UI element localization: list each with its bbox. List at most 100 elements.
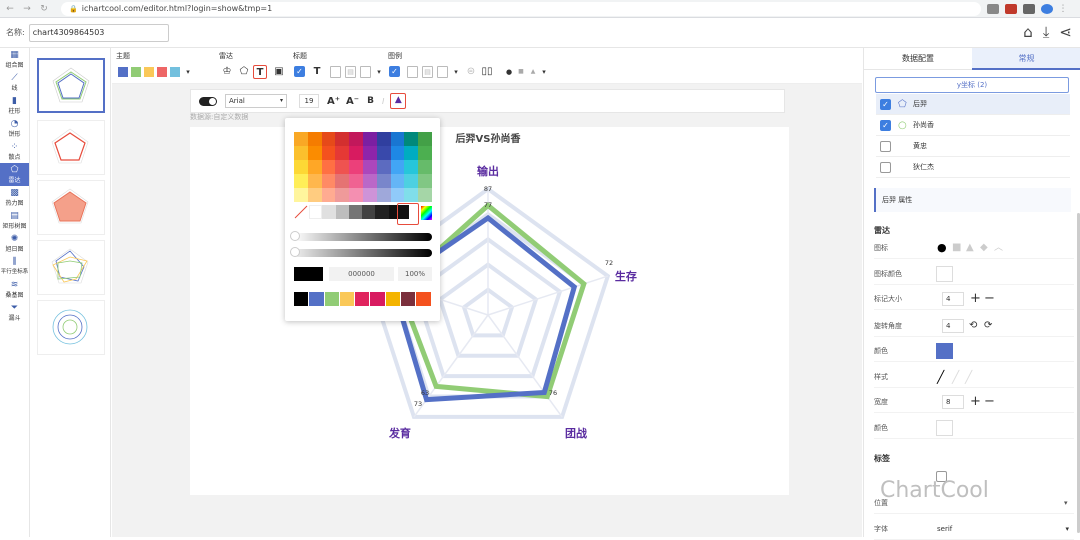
color-swatch[interactable] xyxy=(362,188,377,202)
color-swatch[interactable] xyxy=(390,174,405,188)
template-thumbnail[interactable] xyxy=(37,58,105,113)
rotate-right-icon[interactable]: ⟳ xyxy=(984,315,992,337)
theme-swatch[interactable] xyxy=(118,67,128,77)
gray-swatch[interactable] xyxy=(322,205,336,219)
series-checkbox[interactable] xyxy=(880,162,891,173)
color-swatch[interactable] xyxy=(362,132,377,146)
opacity-slider[interactable] xyxy=(294,249,432,257)
line-color-swatch[interactable] xyxy=(936,420,953,436)
hue-slider-handle[interactable] xyxy=(290,231,300,241)
color-swatch[interactable] xyxy=(404,146,419,160)
nav-bar[interactable]: ▮ 柱形 xyxy=(0,94,29,117)
address-bar[interactable]: 🔒 ichartcool.com/editor.html?login=show&… xyxy=(61,1,981,16)
legend-pos-left-icon[interactable] xyxy=(407,66,418,78)
plus-icon[interactable]: + xyxy=(970,391,981,413)
icon-color-swatch[interactable] xyxy=(936,266,953,282)
series-checkbox[interactable]: ✓ xyxy=(880,120,891,131)
gray-swatch[interactable] xyxy=(309,205,323,219)
legend-orient-icon[interactable]: ⊜ xyxy=(464,65,478,79)
gray-swatch[interactable] xyxy=(375,205,389,219)
download-icon[interactable]: ⤓ xyxy=(1043,23,1050,41)
template-thumbnail[interactable] xyxy=(37,120,105,175)
tab-general[interactable]: 常规 xyxy=(972,48,1080,70)
legend-icon-style-icon[interactable]: ▯▯ xyxy=(480,65,494,79)
nav-funnel[interactable]: ⏷ 漏斗 xyxy=(0,301,29,324)
forward-icon[interactable]: → xyxy=(20,4,34,14)
series-color-swatch[interactable] xyxy=(936,343,953,359)
nav-sankey[interactable]: ≋ 桑基图 xyxy=(0,278,29,301)
rotate-left-icon[interactable]: ⟲ xyxy=(969,315,977,337)
font-select[interactable]: Arial ▾ xyxy=(225,94,287,108)
nav-line[interactable]: ⟋ 线 xyxy=(0,71,29,94)
nav-parallel[interactable]: ⫼ 平行坐标系 xyxy=(0,255,29,278)
radar-shape-icon[interactable]: ♔ xyxy=(220,65,234,79)
color-swatch[interactable] xyxy=(294,160,308,174)
recent-color-swatch[interactable] xyxy=(370,292,385,306)
recent-color-swatch[interactable] xyxy=(416,292,431,306)
gray-swatch[interactable] xyxy=(335,205,349,219)
marker-triangle-icon[interactable]: ▲ xyxy=(966,237,974,259)
theme-swatch[interactable] xyxy=(170,67,180,77)
dotted-line-icon[interactable]: ╱ xyxy=(965,366,972,388)
image-icon[interactable]: ▣ xyxy=(272,65,286,79)
extension-icon[interactable] xyxy=(1005,3,1017,14)
chart-name-input[interactable] xyxy=(28,23,169,42)
increase-font-icon[interactable]: A⁺ xyxy=(327,96,340,107)
color-swatch[interactable] xyxy=(390,160,405,174)
recent-color-swatch[interactable] xyxy=(309,292,324,306)
mark-size-input[interactable]: 4 xyxy=(942,292,964,306)
profile-avatar[interactable] xyxy=(1041,3,1053,14)
color-swatch[interactable] xyxy=(349,188,363,202)
color-swatch[interactable] xyxy=(376,188,391,202)
nav-pie[interactable]: ◔ 饼形 xyxy=(0,117,29,140)
series-properties-header[interactable]: 后羿 属性 xyxy=(874,188,1071,212)
series-row[interactable]: ✓ ⬠ 后羿 xyxy=(876,94,1070,115)
chevron-down-icon[interactable]: ▾ xyxy=(372,65,386,79)
nav-combo[interactable]: ▦ 组合图 xyxy=(0,48,29,71)
color-swatch[interactable] xyxy=(349,160,363,174)
font-size-field[interactable]: 19 xyxy=(299,94,319,108)
tab-data-config[interactable]: 数据配置 xyxy=(864,48,972,70)
marker-arrow-icon[interactable]: ︿ xyxy=(994,237,1003,259)
color-swatch[interactable] xyxy=(335,188,350,202)
chevron-down-icon[interactable]: ▾ xyxy=(537,65,551,79)
nav-treemap[interactable]: ▤ 矩形树图 xyxy=(0,209,29,232)
rotate-input[interactable]: 4 xyxy=(942,319,964,333)
recent-color-swatch[interactable] xyxy=(339,292,355,306)
minus-icon[interactable]: − xyxy=(984,391,995,413)
decrease-font-icon[interactable]: A⁻ xyxy=(346,96,359,107)
color-swatch[interactable] xyxy=(349,132,363,146)
template-thumbnail[interactable] xyxy=(37,180,105,235)
rainbow-swatch[interactable] xyxy=(421,206,432,220)
color-swatch[interactable] xyxy=(390,146,405,160)
puzzle-icon[interactable] xyxy=(1023,3,1035,14)
italic-icon[interactable]: I xyxy=(382,97,384,106)
color-swatch[interactable] xyxy=(418,174,432,188)
marker-circle-icon[interactable]: ● xyxy=(937,237,947,259)
recent-color-swatch[interactable] xyxy=(324,292,339,306)
text-style-icon[interactable]: T xyxy=(253,65,267,79)
theme-swatch[interactable] xyxy=(157,67,167,77)
recent-color-swatch[interactable] xyxy=(385,292,401,306)
pentagon-icon[interactable]: ⬠ xyxy=(237,65,251,79)
series-checkbox[interactable] xyxy=(880,141,891,152)
back-icon[interactable]: ← xyxy=(3,4,17,14)
color-swatch[interactable] xyxy=(362,174,377,188)
plus-icon[interactable]: + xyxy=(970,288,981,310)
bold-button[interactable]: B xyxy=(367,96,374,106)
color-swatch[interactable] xyxy=(376,174,391,188)
color-swatch[interactable] xyxy=(390,188,405,202)
opacity-input[interactable]: 100% xyxy=(398,267,432,281)
template-thumbnail[interactable] xyxy=(37,240,105,295)
color-swatch[interactable] xyxy=(335,132,350,146)
color-swatch[interactable] xyxy=(418,160,432,174)
menu-icon[interactable]: ⋮ xyxy=(1056,4,1070,14)
color-swatch[interactable] xyxy=(418,146,432,160)
color-swatch[interactable] xyxy=(307,146,322,160)
color-swatch[interactable] xyxy=(335,146,350,160)
marker-rect-icon[interactable]: ■ xyxy=(952,237,961,259)
theme-swatch[interactable] xyxy=(131,67,141,77)
color-swatch[interactable] xyxy=(294,188,308,202)
series-row[interactable]: 狄仁杰 xyxy=(876,157,1070,178)
nav-scatter[interactable]: ⁘ 散点 xyxy=(0,140,29,163)
